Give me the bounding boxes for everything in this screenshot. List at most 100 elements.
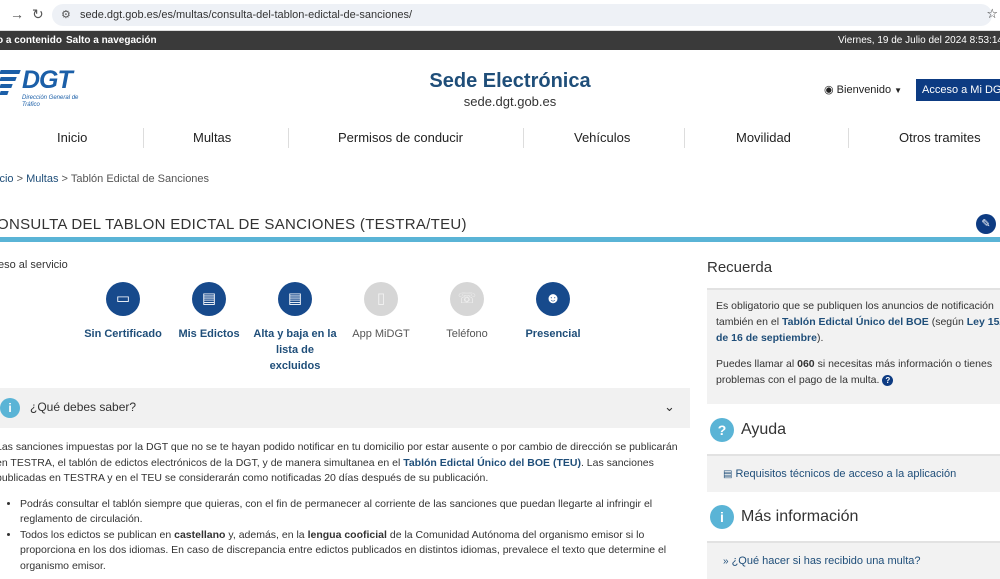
double-chevron-right-icon: »: [723, 556, 729, 567]
service-label: Teléfono: [446, 328, 488, 340]
info-icon: i: [710, 505, 734, 529]
chevron-down-icon: ⌄: [664, 399, 675, 414]
bookmark-star-icon[interactable]: ☆: [986, 6, 998, 22]
list-bold-text: lengua cooficial: [307, 528, 387, 541]
recuerda-paragraph: Es obligatorio que se publiquen los anun…: [716, 298, 1000, 346]
people-icon: ☻: [536, 282, 570, 316]
page-title: ONSULTA DEL TABLON EDICTAL DE SANCIONES …: [0, 216, 467, 233]
info-paragraph: Las sanciones impuestas por la DGT que n…: [0, 440, 686, 487]
dgt-logo[interactable]: DGT Dirección General de Tráfico: [0, 66, 80, 112]
ley-link-date[interactable]: de 16 de septiembre: [716, 332, 817, 344]
nav-item-movilidad[interactable]: Movilidad: [736, 130, 791, 145]
recuerda-paragraph: Puedes llamar al 060 si necesitas más in…: [716, 356, 1000, 388]
nav-divider: [523, 128, 524, 148]
service-presencial[interactable]: ☻ Presencial: [508, 282, 598, 342]
mas-info-title: Más información: [741, 508, 859, 525]
accessibility-bar: o a contenido Salto a navegación Viernes…: [0, 31, 1000, 50]
link-text: ¿Qué hacer si has recibido una multa?: [731, 555, 921, 567]
current-datetime: Viernes, 19 de Julio del 2024 8:53:14: [838, 35, 1000, 46]
accordion-title: ¿Qué debes saber?: [30, 400, 137, 414]
breadcrumb-separator: >: [61, 173, 68, 185]
link-text: Requisitos técnicos de acceso a la aplic…: [735, 468, 957, 480]
breadcrumb: icio > Multas > Tablón Edictal de Sancio…: [0, 173, 209, 185]
logo-word: DGT: [22, 66, 73, 94]
service-sin-certificado[interactable]: ▭ Sin Certificado: [78, 282, 168, 342]
que-debes-saber-accordion[interactable]: i ¿Qué debes saber? ⌄: [0, 388, 690, 428]
nav-item-inicio[interactable]: Inicio: [57, 130, 87, 145]
main-nav: Inicio Multas Permisos de conducir Vehíc…: [0, 122, 1000, 154]
site-title: Sede Electrónica: [429, 70, 591, 92]
site-url: sede.dgt.gob.es: [463, 94, 557, 109]
requisitos-link[interactable]: ▤ Requisitos técnicos de acceso a la apli…: [723, 468, 956, 480]
help-icon[interactable]: ?: [882, 375, 894, 386]
service-access-label: eso al servicio: [0, 259, 68, 271]
site-settings-icon[interactable]: ⚙: [61, 4, 71, 26]
teu-link[interactable]: Tablón Edictal Único del BOE (TEU): [403, 457, 581, 469]
que-hacer-link[interactable]: » ¿Qué hacer si has recibido una multa?: [723, 555, 921, 567]
list-text: y, además, en la: [225, 528, 308, 541]
nav-item-vehiculos[interactable]: Vehículos: [574, 130, 630, 145]
nav-divider: [684, 128, 685, 148]
nav-divider: [848, 128, 849, 148]
ayuda-box: ▤ Requisitos técnicos de acceso a la apli…: [707, 454, 1000, 492]
service-label: Sin Certificado: [84, 328, 162, 340]
title-divider: [0, 237, 1000, 242]
service-telefono[interactable]: ☏ Teléfono: [422, 282, 512, 342]
skip-to-nav-link[interactable]: Salto a navegación: [66, 31, 157, 50]
welcome-menu[interactable]: ◉ Bienvenido ▼: [824, 83, 902, 96]
pencil-icon[interactable]: ✎: [976, 214, 996, 234]
paragraph-text: Puedes llamar al: [716, 358, 798, 370]
info-body: Las sanciones impuestas por la DGT que n…: [0, 440, 686, 574]
forward-icon[interactable]: →: [10, 6, 24, 22]
phone-number: 060: [797, 358, 815, 370]
skip-to-content-link[interactable]: o a contenido: [0, 31, 62, 50]
phone-icon: ☏: [450, 282, 484, 316]
nav-divider: [288, 128, 289, 148]
service-label: App MiDGT: [352, 328, 410, 340]
list-text: Todos los edictos se publican en: [20, 528, 175, 541]
recuerda-heading: Recuerda: [707, 259, 773, 276]
breadcrumb-separator: >: [16, 173, 24, 185]
info-list: Podrás consultar el tablón siempre que q…: [0, 497, 686, 575]
user-circle-icon: ◉: [824, 84, 834, 96]
logo-subtitle: Dirección General de Tráfico: [22, 95, 79, 108]
service-mis-edictos[interactable]: ▤ Mis Edictos: [164, 282, 254, 342]
welcome-label: Bienvenido: [836, 84, 892, 96]
list-bold-text: castellano: [174, 528, 226, 541]
service-label: Mis Edictos: [178, 328, 240, 340]
caret-down-icon: ▼: [894, 86, 903, 95]
reload-icon[interactable]: ↻: [32, 6, 44, 23]
nav-item-otros[interactable]: Otros tramites: [899, 130, 981, 145]
browser-toolbar: → ↻ ⚙ sede.dgt.gob.es/es/multas/consulta…: [0, 0, 1000, 31]
service-alta-baja[interactable]: ▤ Alta y baja en la lista de excluidos: [250, 282, 340, 374]
monitor-icon: ▭: [106, 282, 140, 316]
paragraph-text: ).: [816, 332, 824, 344]
document-icon: ▤: [723, 469, 733, 480]
paragraph-text: (según: [928, 316, 967, 328]
nav-divider: [143, 128, 144, 148]
breadcrumb-multas[interactable]: Multas: [26, 173, 58, 185]
nav-item-permisos[interactable]: Permisos de conducir: [338, 130, 463, 145]
list-item: Podrás consultar el tablón siempre que q…: [20, 497, 686, 528]
logo-bars-icon: [0, 70, 21, 98]
address-bar[interactable]: ⚙ sede.dgt.gob.es/es/multas/consulta-del…: [52, 4, 992, 26]
breadcrumb-home[interactable]: icio: [0, 173, 14, 185]
ley-link[interactable]: Ley 15/: [967, 316, 1000, 328]
address-text: sede.dgt.gob.es/es/multas/consulta-del-t…: [80, 9, 413, 21]
nav-item-multas[interactable]: Multas: [193, 130, 231, 145]
teu-boe-link[interactable]: Tablón Edictal Único del BOE: [782, 316, 929, 328]
question-icon: ?: [710, 418, 734, 442]
recuerda-box: Es obligatorio que se publiquen los anun…: [707, 288, 1000, 404]
service-app-midgt[interactable]: ▯ App MiDGT: [336, 282, 426, 342]
document-icon: ▤: [192, 282, 226, 316]
phone-app-icon: ▯: [364, 282, 398, 316]
document-icon: ▤: [278, 282, 312, 316]
service-label: Presencial: [525, 328, 581, 340]
breadcrumb-current: Tablón Edictal de Sanciones: [70, 173, 210, 185]
mas-info-box: » ¿Qué hacer si has recibido una multa?: [707, 541, 1000, 579]
info-icon: i: [0, 398, 20, 418]
access-mi-dgt-button[interactable]: Acceso a Mi DGT: [916, 79, 1000, 101]
ayuda-title: Ayuda: [741, 421, 787, 438]
list-item: Todos los edictos se publican en castell…: [20, 528, 686, 575]
service-label: Alta y baja en la lista de excluidos: [253, 328, 337, 372]
